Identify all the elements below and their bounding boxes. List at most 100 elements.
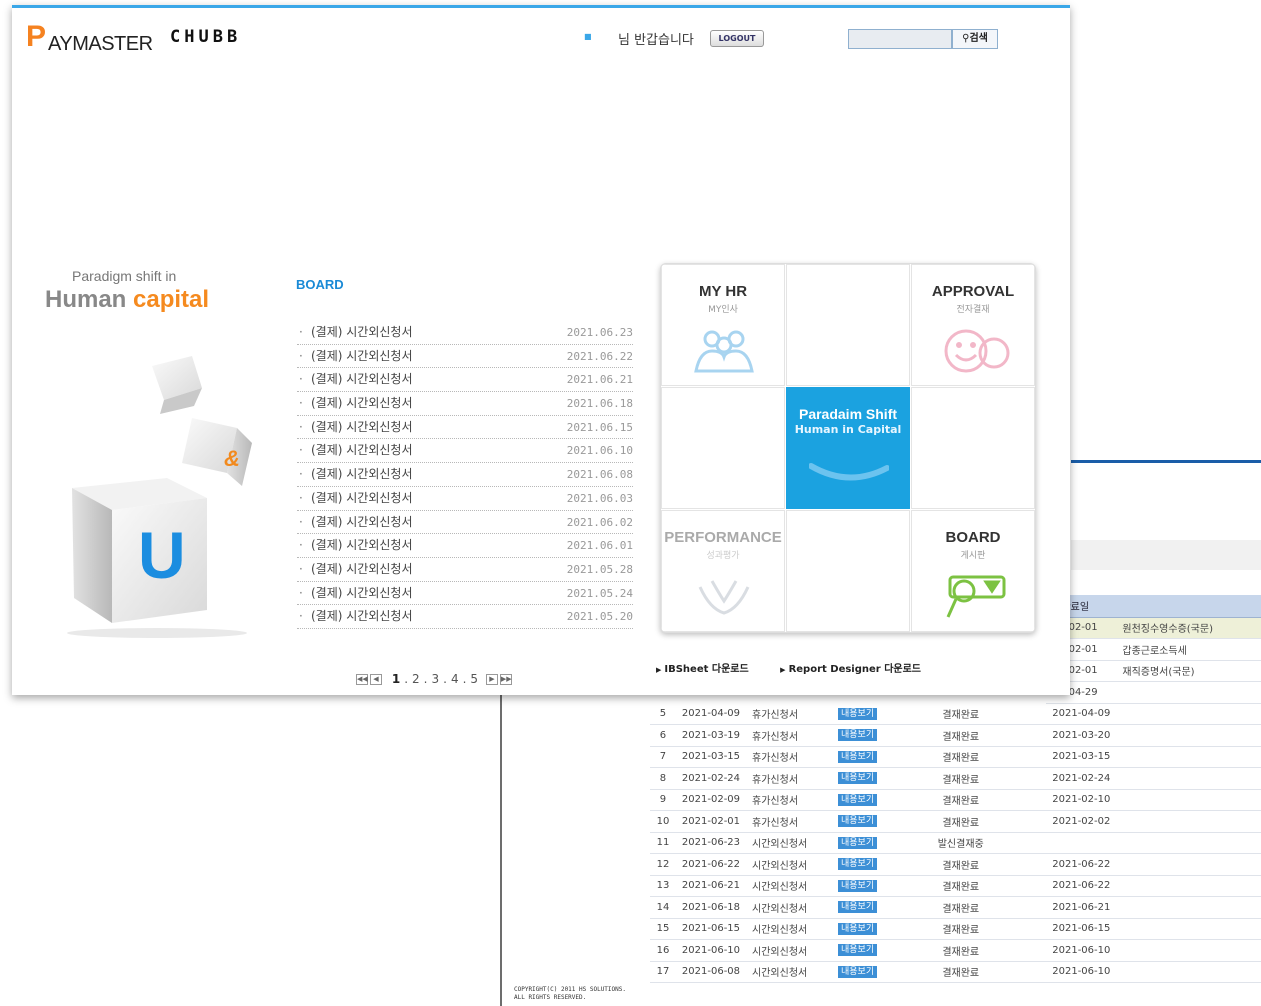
tile-approval-title: APPROVAL: [931, 283, 1015, 300]
table-row[interactable]: 7 2021-03-15 휴가신청서 내용보기 결재완료 2021-03-15: [650, 746, 1261, 768]
swoosh-decoration: [809, 463, 889, 481]
extra-cell: [991, 810, 1045, 833]
people-icon: [694, 330, 754, 373]
table-row[interactable]: 6 2021-03-19 휴가신청서 내용보기 결재완료 2021-03-20: [650, 724, 1261, 747]
request-date-cell: 2021-02-24: [675, 767, 747, 790]
table-row[interactable]: 17 2021-06-08 시간외신청서 내용보기 결재완료 2021-06-10: [650, 961, 1261, 983]
view-content-button[interactable]: 내용보기: [838, 793, 878, 806]
table-row[interactable]: 10 2021-02-01 휴가신청서 내용보기 결재완료 2021-02-02: [650, 810, 1261, 833]
view-content-button[interactable]: 내용보기: [838, 858, 878, 871]
bullet-icon: ·: [299, 348, 303, 363]
next-page-button[interactable]: ▶: [485, 674, 498, 685]
view-content-button[interactable]: 내용보기: [838, 965, 878, 978]
board-list-item[interactable]: · (결제) 시간외신청서 2021.06.10: [297, 439, 633, 464]
view-content-button[interactable]: 내용보기: [838, 879, 878, 892]
table-row[interactable]: 13 2021-06-21 시간외신청서 내용보기 결재완료 2021-06-22: [650, 875, 1261, 897]
view-content-button[interactable]: 내용보기: [838, 729, 878, 742]
bullet-icon: ·: [299, 538, 303, 553]
board-item-date: 2021.06.02: [566, 515, 633, 529]
table-row[interactable]: 14 2021-06-18 시간외신청서 내용보기 결재완료 2021-06-21: [650, 896, 1261, 919]
document-name-cell: [1116, 703, 1261, 725]
row-number-cell: 12: [650, 853, 676, 876]
extra-cell: [991, 789, 1045, 811]
board-list-item[interactable]: · (결제) 시간외신청서 2021.06.23: [297, 321, 633, 345]
view-content-button[interactable]: 내용보기: [838, 922, 878, 935]
row-number-cell: 16: [650, 939, 676, 962]
prev-page-button[interactable]: ◀: [370, 674, 382, 685]
logout-button[interactable]: LOGOUT: [710, 30, 764, 47]
tile-approval[interactable]: APPROVAL 전자결재: [911, 264, 1035, 386]
view-content-cell: 내용보기: [823, 746, 892, 768]
status-cell: 결재완료: [929, 961, 992, 983]
magnifier-icon: [946, 575, 1006, 618]
status-cell: 결재완료: [929, 896, 992, 919]
cube-amp-text: &: [224, 446, 240, 471]
tile-performance-sub: 성과평가: [706, 551, 740, 561]
status-cell: 결재완료: [929, 703, 992, 725]
completed-date-cell: 2021-06-22: [1046, 875, 1117, 897]
view-content-button[interactable]: 내용보기: [838, 815, 878, 828]
page-number-link[interactable]: 4: [451, 672, 459, 686]
search-button[interactable]: ⚲검색: [952, 29, 998, 49]
table-row[interactable]: 15 2021-06-15 시간외신청서 내용보기 결재완료 2021-06-15: [650, 918, 1261, 940]
view-content-cell: 내용보기: [823, 961, 892, 983]
board-list-item[interactable]: · (결제) 시간외신청서 2021.05.20: [297, 605, 633, 629]
view-content-button[interactable]: 내용보기: [838, 750, 878, 763]
blank-cell: [891, 810, 930, 833]
view-content-button[interactable]: 내용보기: [838, 772, 878, 785]
board-list-item[interactable]: · (결제) 시간외신청서 2021.05.28: [297, 558, 633, 582]
page-number-link[interactable]: 5: [470, 672, 478, 686]
tile-myhr-title: MY HR: [698, 283, 748, 300]
row-number-cell: 5: [650, 703, 676, 725]
completed-date-cell: 2021-06-21: [1046, 896, 1117, 919]
tile-paradigm-shift[interactable]: Paradaim Shift Human in Capital: [786, 387, 910, 509]
view-content-cell: 내용보기: [823, 875, 892, 897]
paymaster-logo: AYMASTER: [48, 33, 153, 55]
search-input[interactable]: [848, 29, 952, 49]
view-content-button[interactable]: 내용보기: [838, 836, 878, 849]
table-row[interactable]: 11 2021-06-23 시간외신청서 내용보기 발신결재중: [650, 832, 1261, 854]
board-list-item[interactable]: · (결제) 시간외신청서 2021.06.15: [297, 416, 633, 440]
tile-board[interactable]: BOARD 게시판: [911, 510, 1035, 632]
board-list-item[interactable]: · (결제) 시간외신청서 2021.06.21: [297, 368, 633, 393]
status-cell: 결재완료: [929, 789, 992, 811]
board-list-item[interactable]: · (결제) 시간외신청서 2021.06.03: [297, 487, 633, 511]
board-list-item[interactable]: · (결제) 시간외신청서 2021.06.08: [297, 463, 633, 487]
tile-performance[interactable]: PERFORMANCE 성과평가: [661, 510, 785, 632]
view-content-cell: 내용보기: [823, 918, 892, 940]
board-list-item[interactable]: · (결제) 시간외신청서 2021.06.18: [297, 392, 633, 416]
tile-board-sub: 게시판: [960, 551, 986, 561]
row-number-cell: 8: [650, 767, 676, 790]
tile-empty-left: [661, 387, 785, 509]
view-content-button[interactable]: 내용보기: [838, 901, 878, 914]
board-item-date: 2021.05.20: [566, 610, 633, 624]
table-row[interactable]: 5 2021-04-09 휴가신청서 내용보기 결재완료 2021-04-09: [650, 703, 1261, 725]
page-number-link[interactable]: 2: [412, 672, 420, 686]
table-row[interactable]: 8 2021-02-24 휴가신청서 내용보기 결재완료 2021-02-24: [650, 767, 1261, 790]
view-content-button[interactable]: 내용보기: [838, 707, 878, 720]
ibsheet-download-link[interactable]: ▶ IBSheet 다운로드: [656, 664, 763, 675]
board-list-item[interactable]: · (결제) 시간외신청서 2021.06.02: [297, 511, 633, 535]
bullet-icon: ·: [299, 467, 303, 482]
board-list-item[interactable]: · (결제) 시간외신청서 2021.06.01: [297, 534, 633, 558]
report-designer-download-link[interactable]: ▶ Report Designer 다운로드: [780, 664, 935, 675]
blank-cell: [891, 853, 930, 876]
table-row[interactable]: 9 2021-02-09 휴가신청서 내용보기 결재완료 2021-02-10: [650, 789, 1261, 811]
table-row[interactable]: 16 2021-06-10 시간외신청서 내용보기 결재완료 2021-06-10: [650, 939, 1261, 962]
table-row[interactable]: 12 2021-06-22 시간외신청서 내용보기 결재완료 2021-06-22: [650, 853, 1261, 876]
tile-myhr[interactable]: MY HR MY인사: [661, 264, 785, 386]
board-list-item[interactable]: · (결제) 시간외신청서 2021.05.24: [297, 582, 633, 606]
document-name-cell: [1116, 810, 1261, 833]
board-item-title: (결제) 시간외신청서: [311, 585, 413, 600]
board-list-item[interactable]: · (결제) 시간외신청서 2021.06.22: [297, 345, 633, 369]
last-page-button[interactable]: ▶▶: [499, 674, 512, 685]
page-number-link[interactable]: 3: [431, 672, 439, 686]
view-content-button[interactable]: 내용보기: [838, 944, 878, 957]
first-page-button[interactable]: ◀◀: [356, 674, 368, 685]
page-number-link[interactable]: 1: [392, 672, 400, 686]
blank-cell: [891, 767, 930, 790]
request-date-cell: 2021-02-01: [675, 810, 747, 833]
toolbar-strip: [1071, 540, 1261, 570]
status-cell: 발신결재중: [929, 832, 992, 854]
blank-cell: [891, 961, 930, 983]
